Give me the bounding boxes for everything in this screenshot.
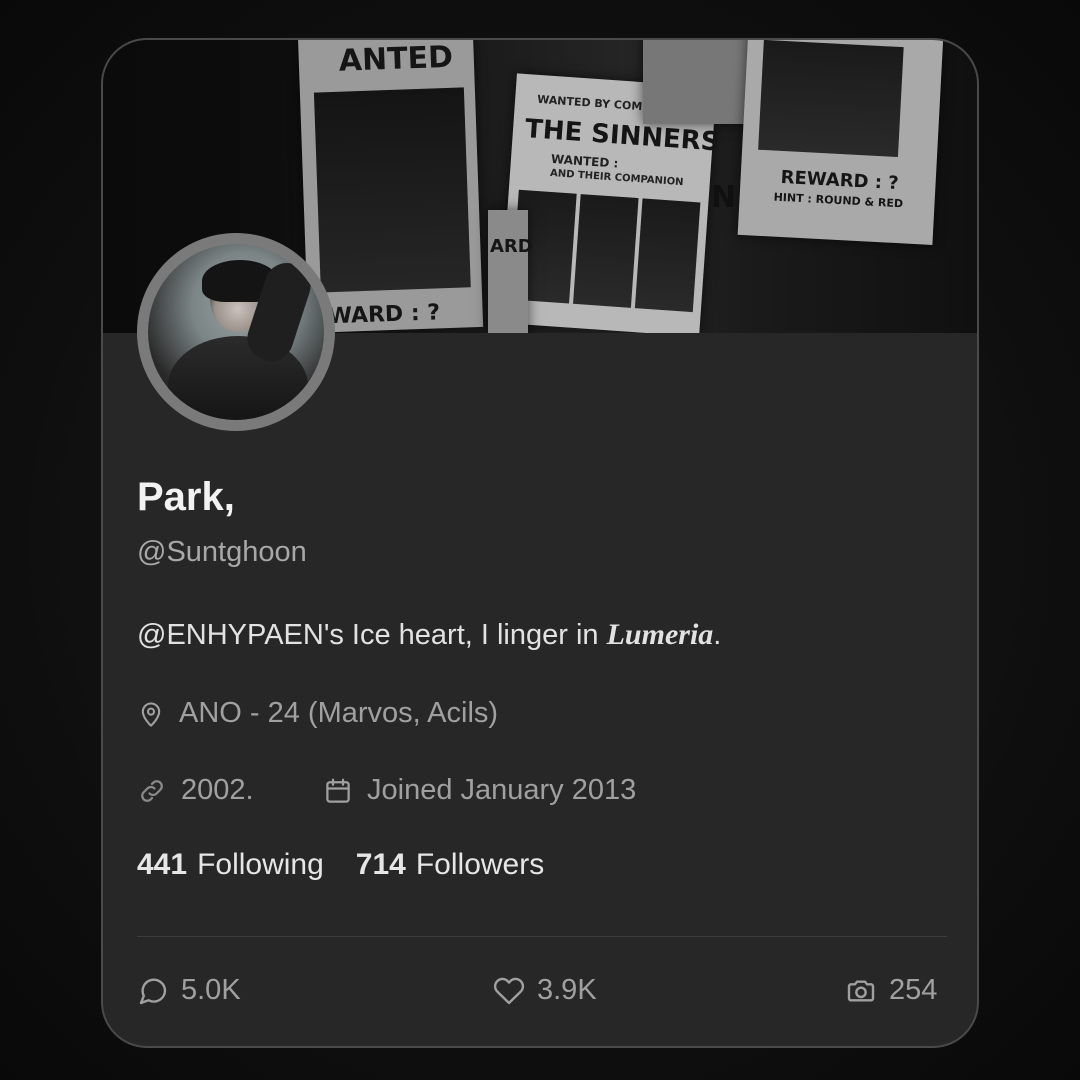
profile-handle[interactable]: @Suntghoon xyxy=(137,536,307,569)
banner-text-n: N xyxy=(711,180,737,215)
camera-icon xyxy=(847,979,875,1002)
avatar-photo xyxy=(148,244,324,420)
followers-label: Followers xyxy=(415,848,545,881)
photos-count: 254 xyxy=(889,974,938,1006)
banner-note xyxy=(643,40,748,124)
banner-text-companion: AND THEIR COMPANION xyxy=(549,167,684,189)
link-icon xyxy=(141,779,163,802)
location-text: ANO - 24 (Marvos, Acils) xyxy=(179,697,499,729)
following-label: Following xyxy=(197,848,324,881)
banner-poster-reward: REWARD : ? HINT : ROUND & RED xyxy=(737,40,944,245)
profile-bio: @ENHYPAEN's Ice heart, I linger in Lumer… xyxy=(137,618,721,652)
follow-stats: 441 Following 714 Followers xyxy=(137,848,544,882)
divider xyxy=(137,936,947,937)
joined-text: Joined January 2013 xyxy=(367,774,637,806)
likes-button[interactable]: 3.9K xyxy=(493,974,597,1007)
followers-link[interactable]: 714 Followers xyxy=(356,848,544,881)
bio-emphasis: Lumeria xyxy=(606,618,714,651)
following-link[interactable]: 441 Following xyxy=(137,848,356,881)
banner-text-reward: REWARD : ? xyxy=(780,166,900,195)
banner-text-wanted: ANTED xyxy=(338,40,454,79)
profile-card: ANTED WARD : ? WANTED BY COMMITTEE THE S… xyxy=(101,38,979,1048)
photos-button[interactable]: 254 xyxy=(845,974,937,1007)
calendar-icon xyxy=(326,778,350,803)
comments-button[interactable]: 5.0K xyxy=(137,974,241,1007)
profile-joined: Joined January 2013 xyxy=(323,774,636,807)
avatar[interactable] xyxy=(137,233,335,431)
location-pin-icon xyxy=(141,702,161,727)
followers-count: 714 xyxy=(355,848,406,881)
website-text[interactable]: 2002. xyxy=(181,774,254,807)
likes-count: 3.9K xyxy=(537,974,597,1006)
banner-poster-ard: ARD xyxy=(488,210,533,333)
banner-text-ard: ARD xyxy=(490,236,533,257)
profile-name: Park, xyxy=(137,475,235,519)
banner-text-reward-partial: WARD : ? xyxy=(327,300,441,330)
following-count: 441 xyxy=(137,848,188,881)
comment-icon xyxy=(139,978,167,1004)
comments-count: 5.0K xyxy=(181,974,241,1006)
profile-website[interactable]: 2002. xyxy=(137,774,254,807)
bio-suffix: . xyxy=(713,619,722,651)
bio-text: @ENHYPAEN's Ice heart, I linger in xyxy=(137,619,607,651)
heart-icon xyxy=(493,977,525,1004)
profile-location: ANO - 24 (Marvos, Acils) xyxy=(137,697,498,730)
banner-text-hint: HINT : ROUND & RED xyxy=(773,190,904,211)
